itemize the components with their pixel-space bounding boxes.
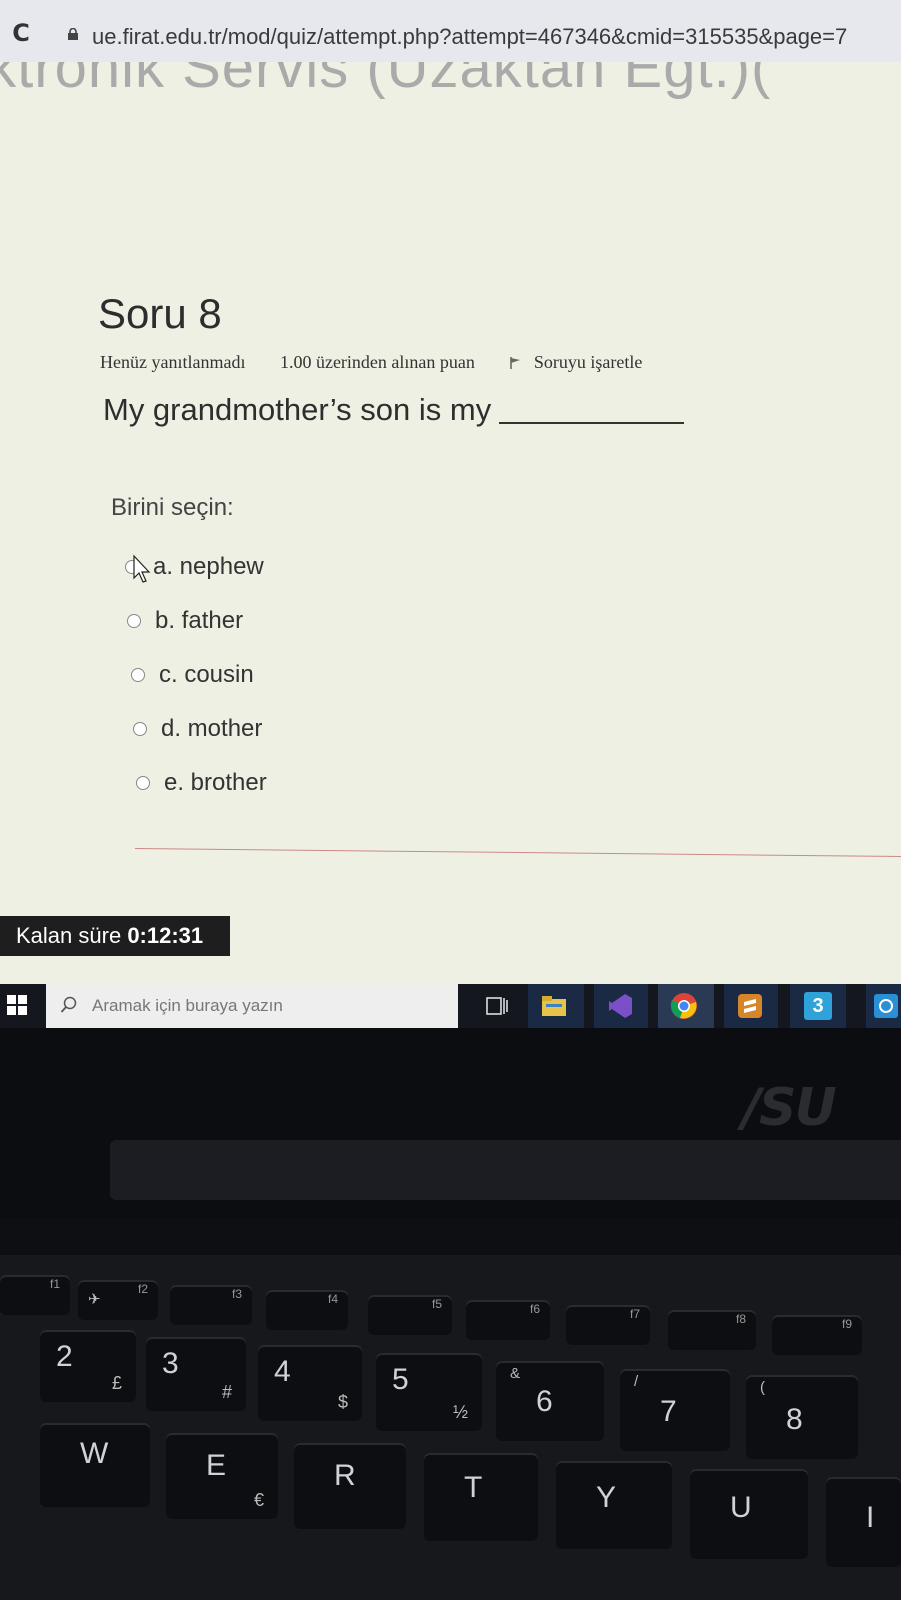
answer-option-d[interactable]: d. mother — [133, 702, 267, 756]
answer-label: b. father — [155, 607, 244, 634]
key-y: Y — [556, 1461, 672, 1549]
question-title: Soru 8 — [98, 290, 222, 337]
task-view-icon[interactable] — [483, 992, 511, 1020]
flag-question-label: Soruyu işaretle — [533, 352, 643, 372]
key-f9: f9 — [772, 1315, 862, 1355]
key-7: /7 — [620, 1369, 730, 1451]
key-f7: f7 — [566, 1305, 650, 1345]
question-status: Henüz yanıtlanmadı — [100, 352, 246, 372]
answer-option-e[interactable]: e. brother — [136, 756, 267, 810]
search-icon — [60, 996, 77, 1013]
question-points: 1.00 üzerinden alınan puan — [279, 352, 475, 372]
key-3: 3 # — [146, 1337, 246, 1411]
search-placeholder: Aramak için buraya yazın — [92, 996, 283, 1015]
answer-label: d. mother — [161, 715, 263, 742]
answer-option-c[interactable]: c. cousin — [131, 648, 267, 702]
answer-label: c. cousin — [159, 661, 254, 688]
key-f2: f2 ✈ — [78, 1280, 158, 1320]
file-explorer-slot[interactable] — [528, 984, 584, 1028]
answer-prompt: Birini seçin: — [111, 494, 234, 521]
radio-button[interactable] — [133, 722, 147, 736]
key-2: 2 £ — [40, 1330, 136, 1402]
key-w: W — [40, 1423, 150, 1507]
section-divider — [134, 848, 901, 858]
windows-start-icon[interactable] — [6, 994, 28, 1016]
key-i: I — [826, 1477, 901, 1567]
remaining-time-value: 0:12:31 — [127, 923, 204, 948]
remaining-time: Kalan süre 0:12:31 — [0, 916, 230, 956]
reload-icon[interactable]: C — [8, 20, 34, 46]
flag-icon — [510, 357, 521, 369]
course-header: iektronik Servis (Uzaktan Eğt.)( — [0, 62, 772, 100]
browser-address-bar: C ue.firat.edu.tr/mod/quiz/attempt.php?a… — [0, 0, 901, 62]
key-f4: f4 — [266, 1290, 348, 1330]
chrome-slot[interactable] — [658, 984, 714, 1028]
app-3-slot[interactable]: 3 — [790, 984, 846, 1028]
lock-icon — [68, 28, 78, 40]
visual-studio-icon — [609, 994, 632, 1018]
flag-question-button[interactable]: Soruyu işaretle — [509, 352, 642, 373]
answer-blank — [499, 398, 685, 424]
key-5: 5½ — [376, 1353, 482, 1431]
key-f8: f8 — [668, 1310, 756, 1350]
key-4: 4 $ — [258, 1345, 362, 1421]
radio-button[interactable] — [127, 614, 141, 628]
windows-taskbar: Aramak için buraya yazın 3 — [0, 984, 901, 1028]
key-f1: f1 — [0, 1275, 70, 1315]
question-text-content: My grandmother’s son is my — [103, 392, 492, 427]
key-t: T — [424, 1453, 538, 1541]
key-r: R — [294, 1443, 406, 1529]
key-8: (8 — [746, 1375, 858, 1459]
key-u: U — [690, 1469, 808, 1559]
chrome-icon — [670, 993, 697, 1019]
answer-option-b[interactable]: b. father — [127, 594, 267, 648]
key-f3: f3 — [170, 1285, 252, 1325]
file-explorer-icon — [542, 996, 566, 1016]
answer-label: e. brother — [164, 769, 267, 796]
key-6: & 6 — [496, 1361, 604, 1441]
app-edge-slot[interactable] — [866, 984, 901, 1028]
sublime-icon — [738, 994, 762, 1018]
visual-studio-slot[interactable] — [594, 984, 648, 1028]
taskbar-search-box[interactable]: Aramak için buraya yazın — [46, 984, 458, 1028]
answer-label: a. nephew — [153, 553, 264, 580]
url-text[interactable]: ue.firat.edu.tr/mod/quiz/attempt.php?att… — [92, 24, 847, 50]
key-e: E € — [166, 1433, 278, 1519]
remaining-time-label: Kalan süre — [16, 923, 122, 948]
radio-button[interactable] — [131, 668, 145, 682]
app-edge-icon — [874, 994, 898, 1018]
radio-button[interactable] — [136, 776, 150, 790]
laptop-keyboard: f1 f2 ✈ f3 f4 f5 f6 f7 f8 f9 2 £ 3 # 4 $ 5½ … — [0, 1255, 901, 1600]
question-text: My grandmother’s son is my — [103, 392, 685, 428]
laptop-hinge — [110, 1140, 901, 1200]
quiz-page: iektronik Servis (Uzaktan Eğt.)( Soru 8 … — [0, 62, 901, 984]
laptop-brand-logo: /SU — [742, 1078, 837, 1138]
app-3-icon: 3 — [804, 992, 832, 1020]
mouse-cursor-icon — [133, 554, 151, 583]
question-info: Henüz yanıtlanmadı 1.00 üzerinden alınan… — [100, 352, 642, 373]
key-f6: f6 — [466, 1300, 550, 1340]
key-f5: f5 — [368, 1295, 452, 1335]
sublime-slot[interactable] — [724, 984, 778, 1028]
